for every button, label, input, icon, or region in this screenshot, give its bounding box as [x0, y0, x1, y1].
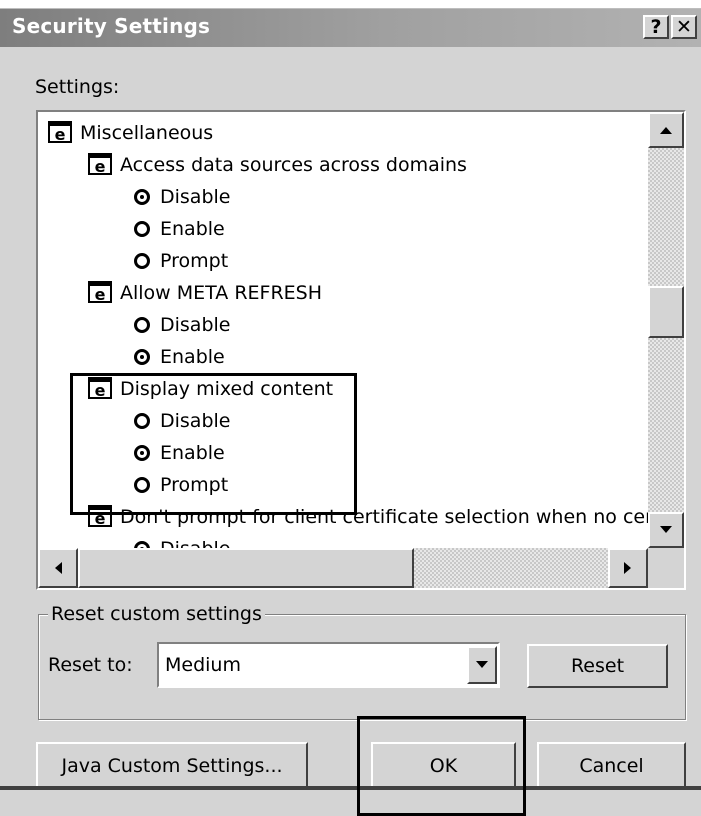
radio-unselected-icon[interactable] [134, 317, 150, 333]
radio-option[interactable]: Enable [134, 438, 225, 468]
svg-text:e: e [55, 125, 66, 143]
radio-unselected-icon[interactable] [134, 477, 150, 493]
radio-selected-icon[interactable] [134, 445, 150, 461]
reset-to-label: Reset to: [48, 654, 133, 676]
tree-setting: e Allow META REFRESH [88, 278, 322, 308]
chevron-down-icon [476, 661, 488, 668]
radio-option[interactable]: Disable [134, 534, 230, 548]
tree-item-label: Allow META REFRESH [120, 282, 323, 304]
tree-setting: e Display mixed content [88, 374, 333, 404]
radio-selected-icon[interactable] [134, 541, 150, 548]
ie-settings-icon: e [48, 121, 72, 144]
tree-item-label: Access data sources across domains [120, 154, 467, 176]
svg-text:e: e [95, 381, 106, 399]
vertical-scroll-thumb[interactable] [648, 286, 684, 338]
ie-settings-icon: e [88, 153, 112, 176]
scroll-down-icon [660, 526, 672, 533]
tree-item-label: Don't prompt for client certificate sele… [120, 506, 648, 528]
close-icon: ✕ [676, 16, 692, 38]
scroll-up-button[interactable] [648, 112, 684, 148]
ok-button[interactable]: OK [371, 742, 516, 790]
horizontal-scrollbar[interactable] [38, 548, 648, 588]
ie-settings-icon: e [88, 281, 112, 304]
tree-category: e Miscellaneous [48, 118, 213, 148]
svg-text:e: e [95, 509, 106, 527]
radio-option[interactable]: Enable [134, 214, 225, 244]
radio-option[interactable]: Prompt [134, 246, 228, 276]
settings-tree-content: e Miscellaneous e Access data sources acros… [38, 112, 648, 548]
tree-item-label: Enable [160, 442, 225, 464]
window-top-edge [0, 0, 701, 9]
scroll-up-icon [660, 127, 672, 134]
java-custom-settings-button[interactable]: Java Custom Settings... [36, 742, 308, 790]
reset-button[interactable]: Reset [527, 644, 668, 688]
tree-setting: e Don't prompt for client certificate sel… [88, 502, 648, 532]
reset-level-value: Medium [165, 654, 241, 676]
ie-settings-icon: e [88, 377, 112, 400]
tree-item-label: Enable [160, 218, 225, 240]
scroll-down-button[interactable] [648, 512, 684, 548]
horizontal-scroll-thumb[interactable] [78, 548, 414, 588]
tree-item-label: Disable [160, 538, 230, 548]
tree-item-label: Miscellaneous [80, 122, 214, 144]
tree-item-label: Prompt [160, 474, 229, 496]
radio-option[interactable]: Disable [134, 406, 230, 436]
tree-item-label: Display mixed content [120, 378, 334, 400]
svg-text:e: e [95, 157, 106, 175]
reset-group-legend: Reset custom settings [48, 603, 265, 625]
scroll-left-icon [55, 562, 62, 574]
radio-unselected-icon[interactable] [134, 221, 150, 237]
tree-item-label: Enable [160, 346, 225, 368]
scroll-right-icon [624, 562, 631, 574]
radio-selected-icon[interactable] [134, 349, 150, 365]
radio-unselected-icon[interactable] [134, 253, 150, 269]
tree-item-label: Prompt [160, 250, 229, 272]
close-button[interactable]: ✕ [671, 15, 697, 39]
scroll-left-button[interactable] [38, 548, 78, 588]
vertical-scrollbar[interactable] [648, 112, 684, 548]
tree-item-label: Disable [160, 314, 231, 336]
reset-level-dropdown[interactable]: Medium [157, 642, 500, 688]
ie-settings-icon: e [88, 505, 112, 528]
radio-option[interactable]: Enable [134, 342, 225, 372]
scrollbar-corner [648, 548, 684, 588]
tree-setting: e Access data sources across domains [88, 150, 467, 180]
radio-option[interactable]: Disable [134, 310, 230, 340]
scroll-right-button[interactable] [608, 548, 648, 588]
radio-unselected-icon[interactable] [134, 413, 150, 429]
radio-option[interactable]: Disable [134, 182, 230, 212]
settings-tree[interactable]: e Miscellaneous e Access data sources acros… [36, 110, 686, 590]
radio-selected-icon[interactable] [134, 189, 150, 205]
settings-label: Settings: [35, 76, 120, 98]
dropdown-button[interactable] [467, 646, 497, 684]
cancel-button[interactable]: Cancel [537, 742, 686, 790]
help-button[interactable]: ? [643, 15, 669, 39]
tree-item-label: Disable [160, 410, 231, 432]
tree-item-label: Disable [160, 186, 231, 208]
window-bottom-edge [0, 786, 701, 790]
radio-option[interactable]: Prompt [134, 470, 228, 500]
window-title: Security Settings [12, 14, 211, 38]
svg-text:e: e [95, 285, 106, 303]
